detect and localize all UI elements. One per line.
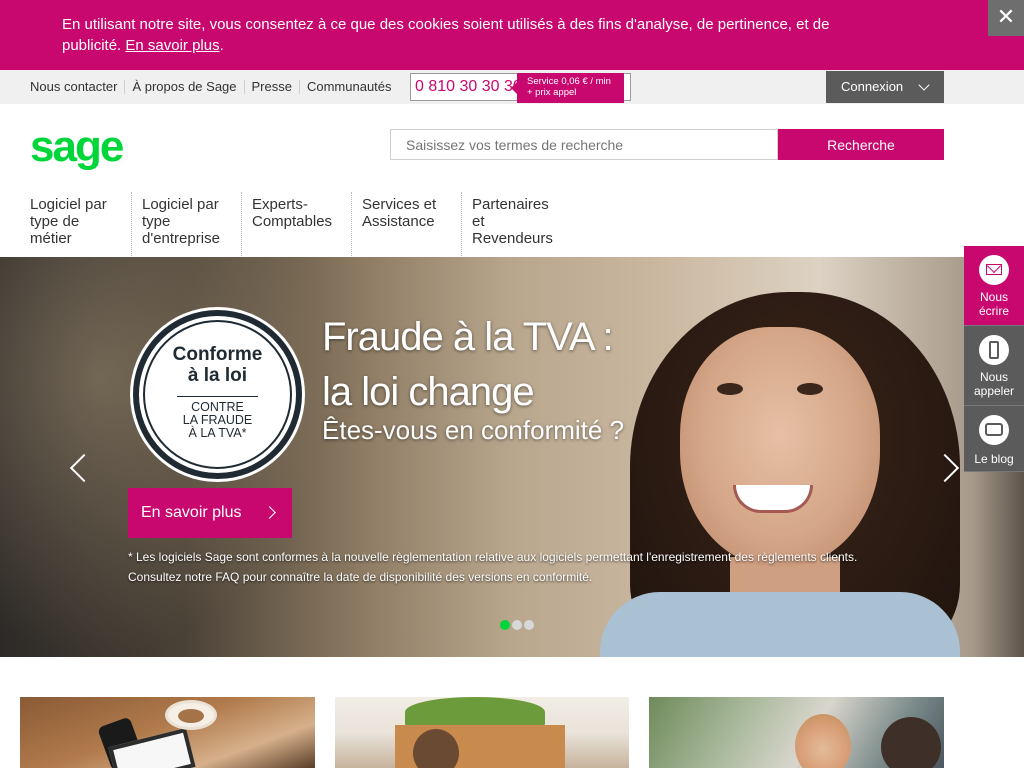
badge-inner-ring — [143, 320, 292, 469]
hero-title: Fraude à la TVA : la loi change — [322, 310, 614, 420]
link-contact[interactable]: Nous contacter — [30, 80, 124, 94]
badge-line-2: à la loi — [187, 365, 248, 386]
search-button[interactable]: Recherche — [778, 129, 944, 160]
badge-line-5: À LA TVA* — [188, 426, 247, 440]
badge-line-1: Conforme — [172, 344, 263, 365]
feature-tile-2[interactable] — [335, 697, 629, 768]
tile-photo-cup — [165, 700, 217, 730]
badge-subtitle: CONTRE LA FRAUDE À LA TVA* — [139, 401, 296, 440]
hero-title-line-2: la loi change — [322, 370, 535, 414]
page: En utilisant notre site, vous consentez … — [0, 0, 1024, 768]
link-about[interactable]: À propos de Sage — [124, 80, 243, 94]
main-nav: Logiciel par type de métier Logiciel par… — [20, 192, 561, 256]
cookie-learn-more-link[interactable]: En savoir plus — [125, 37, 219, 54]
tile-photo-plant — [405, 697, 545, 727]
phone-number: 0 810 30 30 30 — [415, 78, 522, 95]
carousel-dots — [500, 620, 534, 630]
nav-item-business-type[interactable]: Logiciel par type de métier — [20, 192, 131, 256]
hero-photo-eye-left — [717, 383, 743, 395]
nav-item-company-type[interactable]: Logiciel par type d'entreprise — [131, 192, 241, 256]
side-icon-circle — [979, 255, 1009, 285]
write-us-button[interactable]: Nous écrire — [964, 246, 1024, 326]
hero-learn-more-button[interactable]: En savoir plus — [128, 488, 292, 538]
blog-label: Le blog — [974, 452, 1014, 466]
tile-photo-woman — [795, 714, 851, 768]
side-icon-circle — [979, 335, 1009, 365]
phone-number-box[interactable]: 0 810 30 30 30 Service 0,06 € / min + pr… — [410, 73, 631, 103]
phone-price-tag: Service 0,06 € / min + prix appel — [511, 73, 624, 103]
feature-tile-1[interactable] — [20, 697, 315, 768]
link-press[interactable]: Presse — [243, 80, 299, 94]
side-icon-circle — [979, 415, 1009, 445]
cookie-text: En utilisant notre site, vous consentez … — [62, 16, 830, 54]
call-us-label: Nous appeler — [964, 370, 1024, 398]
carousel-dot-1[interactable] — [500, 620, 510, 630]
tile-photo-coffee — [178, 709, 204, 723]
hero-title-line-1: Fraude à la TVA : — [322, 315, 614, 359]
call-us-button[interactable]: Nous appeler — [964, 326, 1024, 406]
compliance-badge: Conforme à la loi CONTRE LA FRAUDE À LA … — [133, 310, 302, 479]
carousel-dot-2[interactable] — [512, 620, 522, 630]
write-us-label: Nous écrire — [964, 290, 1024, 318]
badge-title: Conforme à la loi — [139, 344, 296, 386]
hero-photo-eye-right — [797, 383, 823, 395]
nav-item-accountants[interactable]: Experts-Comptables — [241, 192, 351, 256]
login-label: Connexion — [841, 79, 904, 94]
call-us-line-1: Nous — [979, 370, 1008, 384]
sage-logo[interactable]: sage — [30, 122, 124, 172]
chevron-down-icon — [918, 79, 930, 91]
hero-note-line-1: * Les logiciels Sage sont conformes à la… — [128, 550, 858, 564]
write-us-line-2: écrire — [978, 304, 1009, 318]
tile-photo-man — [881, 717, 941, 768]
close-icon[interactable]: ✕ — [988, 0, 1024, 36]
write-us-line-1: Nous — [979, 290, 1008, 304]
search-input[interactable] — [390, 129, 778, 160]
badge-divider — [177, 396, 258, 397]
hero-footnote: * Les logiciels Sage sont conformes à la… — [128, 547, 888, 587]
chat-bubble-icon — [985, 423, 1003, 436]
blog-button[interactable]: Le blog — [964, 406, 1024, 472]
hero-note-line-2: Consultez notre FAQ pour connaître la da… — [128, 570, 593, 584]
hero-photo-face — [680, 327, 880, 567]
hero-cta-label: En savoir plus — [141, 504, 242, 521]
contact-side-widget: Nous écrire Nous appeler Le blog — [964, 246, 1024, 472]
hero-subtitle: Êtes-vous en conformité ? — [322, 415, 625, 445]
utility-links: Nous contacter À propos de Sage Presse C… — [30, 70, 399, 104]
call-us-line-2: appeler — [973, 384, 1015, 398]
phone-tag-line1: Service 0,06 € / min — [527, 76, 611, 87]
phone-tag-line2: + prix appel — [527, 87, 577, 98]
nav-item-services[interactable]: Services et Assistance — [351, 192, 461, 256]
feature-tile-3[interactable] — [649, 697, 944, 768]
carousel-dot-3[interactable] — [524, 620, 534, 630]
nav-item-partners[interactable]: Partenaires et Revendeurs — [461, 192, 561, 256]
hero-photo-shirt — [600, 592, 960, 657]
chevron-right-icon — [263, 506, 276, 519]
link-communities[interactable]: Communautés — [298, 80, 399, 94]
login-button[interactable]: Connexion — [826, 71, 944, 103]
phone-icon — [989, 341, 999, 359]
envelope-icon — [986, 264, 1002, 275]
cookie-banner: En utilisant notre site, vous consentez … — [0, 0, 1024, 70]
